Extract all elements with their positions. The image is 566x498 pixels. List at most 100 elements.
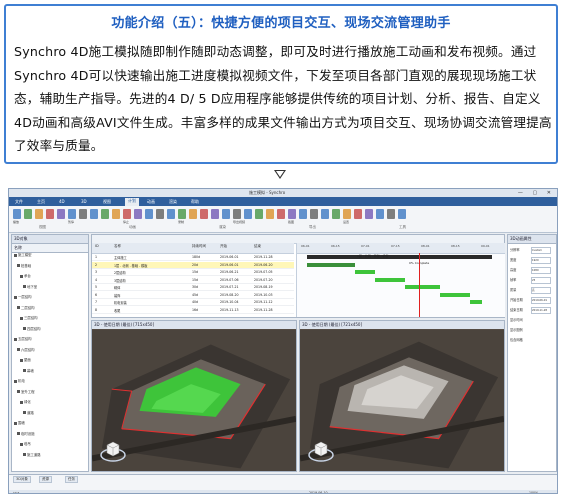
tree-item[interactable]: 室外工程 (14, 389, 35, 394)
ribbon-tool-icon[interactable] (68, 209, 76, 219)
menu-item[interactable]: 动画 (147, 199, 155, 205)
property-value-field[interactable]: 2019-11-28 (531, 307, 551, 314)
gantt-column-header-cell[interactable]: 开始 (220, 244, 227, 249)
tree-item[interactable]: 幕墙 (14, 368, 34, 373)
ribbon-tool-icon[interactable] (398, 209, 406, 219)
menu-item[interactable]: 渲染 (169, 199, 177, 205)
tree-item[interactable]: 四层结构 (14, 326, 41, 331)
menu-item[interactable]: 视图 (103, 199, 111, 205)
menu-item[interactable]: 4D (59, 199, 65, 204)
ribbon-tool-icon[interactable] (46, 209, 54, 219)
menu-item[interactable]: 主页 (37, 199, 45, 205)
tree-item[interactable]: 施工模型 (14, 252, 32, 257)
ribbon-tool-icon[interactable] (332, 209, 340, 219)
tree-item[interactable]: 桩基础 (14, 263, 31, 268)
window-controls[interactable]: — ▢ ✕ (518, 190, 555, 196)
property-value-field[interactable]: 高 (531, 287, 551, 294)
tree-item[interactable]: 塔吊 (14, 441, 31, 446)
ribbon-tool-icon[interactable] (24, 209, 32, 219)
gantt-bar[interactable] (375, 277, 405, 282)
ribbon-tool-icon[interactable] (222, 209, 230, 219)
gantt-task-row[interactable]: 1 主体施工 180d 2019-06-01 2019-11-28 (92, 254, 294, 261)
gantt-task-row[interactable]: 4 3层结构 15d 2019-07-06 2019-07-20 (92, 277, 294, 284)
gantt-task-row[interactable]: 8 收尾 16d 2019-11-13 2019-11-28 (92, 307, 294, 314)
ribbon-tool-icon[interactable] (90, 209, 98, 219)
tree-item[interactable]: 五层结构 (14, 336, 32, 341)
property-value-field[interactable]: Custom (531, 247, 551, 254)
ribbon-tool-icon[interactable] (376, 209, 384, 219)
gantt-column-header-cell[interactable]: 结束 (254, 244, 261, 249)
gantt-task-row[interactable]: 6 装饰 45d 2019-08-20 2019-10-03 (92, 292, 294, 299)
ribbon-tool-icon[interactable] (255, 209, 263, 219)
tree-item[interactable]: 承台 (14, 273, 31, 278)
3d-view-left[interactable]: 3D - 使用日期 (最佳) [715x450] (91, 320, 297, 472)
ribbon-tool-icon[interactable] (156, 209, 164, 219)
ribbon-tool-icon[interactable] (112, 209, 120, 219)
gantt-bar[interactable] (405, 285, 440, 289)
ribbon-tool-icon[interactable] (57, 209, 65, 219)
gantt-bar[interactable] (355, 270, 375, 274)
navigation-cube-icon[interactable] (100, 437, 126, 463)
ribbon-tool-icon[interactable] (343, 209, 351, 219)
property-value-field[interactable]: 1080 (531, 267, 551, 274)
ribbon-tool-icon[interactable] (211, 209, 219, 219)
ribbon-tool-icon[interactable] (266, 209, 274, 219)
property-value-field[interactable]: 1920 (531, 257, 551, 264)
tree-item[interactable]: 一层结构 (14, 294, 32, 299)
gantt-column-header-cell[interactable]: ID (95, 244, 99, 248)
tree-item[interactable]: 施工道路 (14, 452, 41, 457)
ribbon-tool-icon[interactable] (310, 209, 318, 219)
menu-item[interactable]: 计划 (125, 198, 139, 206)
bottom-tab[interactable]: 资源 (39, 476, 52, 483)
ribbon-tool-icon[interactable] (13, 209, 21, 219)
ribbon-tool-icon[interactable] (134, 209, 142, 219)
ribbon-tool-icon[interactable] (299, 209, 307, 219)
bottom-tab[interactable]: 3D对象 (13, 476, 31, 483)
menu-item[interactable]: 帮助 (191, 199, 199, 205)
tree-item[interactable]: 二层结构 (14, 305, 35, 310)
gantt-bar[interactable] (307, 255, 492, 259)
property-value-field[interactable]: 2019-06-01 (531, 297, 551, 304)
navigation-cube-icon[interactable] (308, 437, 334, 463)
3d-view-right[interactable]: 3D - 使用日期 (最佳) [721x450] (299, 320, 505, 472)
ribbon-tool-icon[interactable] (79, 209, 87, 219)
tree-item[interactable]: 道路 (14, 410, 34, 415)
tree-item[interactable]: 临时设施 (14, 431, 35, 436)
tree-item[interactable]: 地下室 (14, 284, 37, 289)
ribbon-tool-icon[interactable] (321, 209, 329, 219)
property-value-field[interactable]: 25 (531, 277, 551, 284)
ribbon-tool-icon[interactable] (178, 209, 186, 219)
tree-item[interactable]: 屋面 (14, 357, 31, 362)
gantt-bar[interactable] (470, 300, 482, 304)
ribbon-tool-icon[interactable] (244, 209, 252, 219)
bottom-tab[interactable]: 任务 (65, 476, 78, 483)
ribbon-tool-icon[interactable] (145, 209, 153, 219)
tree-item[interactable]: 围墙 (14, 420, 25, 425)
gantt-column-header-cell[interactable]: 名称 (114, 244, 121, 249)
ribbon-tool-icon[interactable] (365, 209, 373, 219)
tree-item[interactable]: 机电 (14, 378, 25, 383)
ribbon-tool-icon[interactable] (189, 209, 197, 219)
gantt-task-row[interactable]: 2 1层 . 北侧 . 基础 . 模板 20d 2019-06-01 2019-06-2… (92, 261, 294, 269)
tree-item[interactable]: 三层结构 (14, 315, 38, 320)
ribbon-tool-icon[interactable] (387, 209, 395, 219)
ribbon-tool-icon[interactable] (233, 209, 241, 219)
ribbon-tool-icon[interactable] (354, 209, 362, 219)
gantt-task-row[interactable]: 7 机电安装 40d 2019-10-04 2019-11-12 (92, 299, 294, 306)
ribbon-tool-icon[interactable] (35, 209, 43, 219)
gantt-task-row[interactable]: 3 2层结构 15d 2019-06-21 2019-07-05 (92, 269, 294, 276)
ribbon-tool-icon[interactable] (288, 209, 296, 219)
gantt-column-header-cell[interactable]: 持续时间 (192, 244, 206, 249)
gantt-task-row[interactable]: 5 砌体 30d 2019-07-21 2019-08-19 (92, 284, 294, 291)
gantt-bar[interactable] (307, 262, 355, 267)
ribbon-tool-icon[interactable] (123, 209, 131, 219)
ribbon-tool-icon[interactable] (167, 209, 175, 219)
gantt-bar[interactable] (440, 292, 470, 297)
tree-item[interactable]: 绿化 (14, 399, 31, 404)
ribbon-tool-icon[interactable] (200, 209, 208, 219)
tree-item[interactable]: 六层结构 (14, 347, 35, 352)
ribbon-tool-icon[interactable] (277, 209, 285, 219)
menu-item[interactable]: 3D (81, 199, 87, 204)
menu-item[interactable]: 文件 (15, 199, 23, 205)
ribbon-tool-icon[interactable] (101, 209, 109, 219)
